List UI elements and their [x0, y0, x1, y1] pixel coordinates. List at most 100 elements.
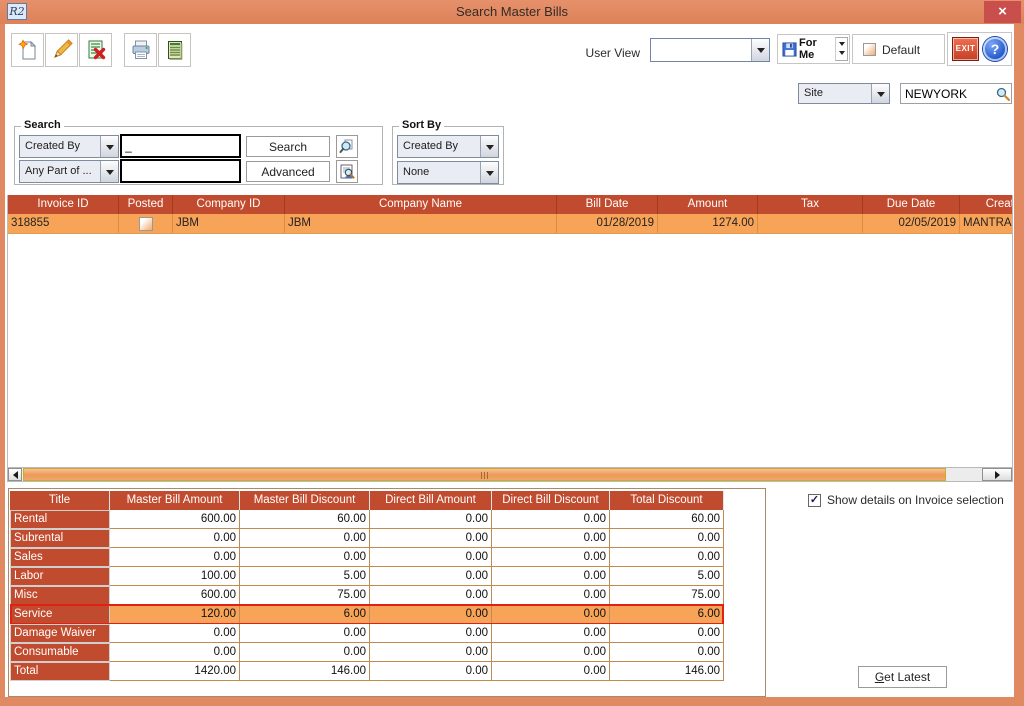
site-dropdown-button[interactable] [871, 84, 889, 103]
details-row-subrental[interactable]: Subrental 0.00 0.00 0.00 0.00 0.00 [10, 529, 724, 548]
cell: 0.00 [610, 624, 724, 643]
cell-posted [119, 214, 173, 233]
col-header[interactable]: Tax [758, 195, 863, 214]
details-row-rental[interactable]: Rental 600.00 60.00 0.00 0.00 60.00 [10, 510, 724, 529]
exit-button[interactable]: EXIT [952, 37, 979, 61]
advanced-find-button[interactable] [336, 160, 358, 183]
cell: 0.00 [610, 548, 724, 567]
details-row-service-selected[interactable]: Service 120.00 6.00 0.00 0.00 6.00 [10, 605, 724, 624]
details-row-misc[interactable]: Misc 600.00 75.00 0.00 0.00 75.00 [10, 586, 724, 605]
col-header[interactable]: Bill Date [557, 195, 658, 214]
titlebar: Search Master Bills R2 × [0, 0, 1024, 24]
invoice-grid-header: Invoice ID Posted Company ID Company Nam… [8, 195, 1013, 214]
user-view-dropdown-button[interactable] [751, 39, 769, 61]
details-row-sales[interactable]: Sales 0.00 0.00 0.00 0.00 0.00 [10, 548, 724, 567]
col-header[interactable]: Amount [658, 195, 758, 214]
scroll-right-button[interactable] [982, 468, 1012, 481]
search-text-input-2[interactable] [120, 159, 241, 183]
sort-primary-value: Created By [398, 136, 480, 157]
cell: 0.00 [492, 567, 610, 586]
cell: 0.00 [370, 529, 492, 548]
for-me-button[interactable]: For Me [780, 37, 835, 61]
invoice-row-selected[interactable]: 318855 JBM JBM 01/28/2019 1274.00 02/05/… [8, 214, 1013, 234]
delete-button[interactable] [79, 33, 112, 67]
details-row-damage-waiver[interactable]: Damage Waiver 0.00 0.00 0.00 0.00 0.00 [10, 624, 724, 643]
posted-checkbox[interactable] [139, 217, 153, 231]
site-selector[interactable]: Site [798, 83, 890, 104]
dropdown-button[interactable] [480, 136, 498, 157]
cell: 146.00 [610, 662, 724, 681]
cell: 6.00 [610, 605, 724, 624]
details-row-labor[interactable]: Labor 100.00 5.00 0.00 0.00 5.00 [10, 567, 724, 586]
edit-pencil-icon [50, 38, 74, 62]
col-header[interactable]: Due Date [863, 195, 960, 214]
default-checkbox[interactable] [863, 43, 876, 56]
row-title: Damage Waiver [10, 624, 110, 643]
col-header[interactable]: Company Name [285, 195, 557, 214]
cell: 0.00 [110, 624, 240, 643]
save-floppy-icon [782, 42, 797, 57]
dropdown-button[interactable] [480, 162, 498, 183]
details-row-total[interactable]: Total 1420.00 146.00 0.00 0.00 146.00 [10, 662, 724, 681]
exit-help-group: EXIT ? [947, 32, 1012, 66]
sort-secondary-selector[interactable]: None [397, 161, 499, 184]
dropdown-button[interactable] [100, 161, 118, 182]
export-grid-icon [163, 38, 187, 62]
default-group: Default [852, 34, 945, 64]
cell: 0.00 [370, 624, 492, 643]
arrow-left-icon [13, 471, 18, 479]
close-icon: × [998, 3, 1007, 20]
col-header[interactable]: Created By [960, 195, 1013, 214]
new-button[interactable] [11, 33, 44, 67]
dropdown-button[interactable] [100, 136, 118, 157]
cell-bill-date: 01/28/2019 [557, 214, 658, 233]
cell: 0.00 [370, 548, 492, 567]
advanced-button[interactable]: Advanced [246, 161, 330, 182]
col-header[interactable]: Posted [119, 195, 173, 214]
close-button[interactable]: × [984, 1, 1021, 23]
window-border-right [1014, 24, 1024, 706]
cell: 1420.00 [110, 662, 240, 681]
cell: 146.00 [240, 662, 370, 681]
site-magnifier-icon[interactable] [995, 86, 1011, 102]
search-field-selector[interactable]: Created By [19, 135, 119, 158]
search-match-selector[interactable]: Any Part of ... [19, 160, 119, 183]
sort-primary-selector[interactable]: Created By [397, 135, 499, 158]
help-button[interactable]: ? [983, 37, 1007, 61]
show-details-label: Show details on Invoice selection [827, 493, 1004, 507]
cell: 120.00 [110, 605, 240, 624]
cell-company-id: JBM [173, 214, 285, 233]
col-header: Total Discount [610, 491, 724, 510]
cell-amount: 1274.00 [658, 214, 758, 233]
cell: 75.00 [610, 586, 724, 605]
cell: 600.00 [110, 510, 240, 529]
scroll-left-button[interactable] [8, 468, 22, 481]
print-icon [129, 38, 153, 62]
col-header[interactable]: Company ID [173, 195, 285, 214]
for-me-spinner[interactable] [835, 37, 848, 61]
export-grid-button[interactable] [158, 33, 191, 67]
get-latest-button[interactable]: Get Latest [858, 666, 947, 688]
col-header[interactable]: Invoice ID [8, 195, 119, 214]
col-header: Direct Bill Amount [370, 491, 492, 510]
user-view-combobox[interactable] [650, 38, 770, 62]
for-me-label: For Me [799, 37, 835, 61]
arrow-right-icon [995, 471, 1000, 479]
cell: 0.00 [370, 643, 492, 662]
details-row-consumable[interactable]: Consumable 0.00 0.00 0.00 0.00 0.00 [10, 643, 724, 662]
row-title: Total [10, 662, 110, 681]
show-details-checkbox[interactable] [808, 494, 821, 507]
window-border-bottom [0, 697, 1024, 706]
chevron-down-icon [106, 170, 114, 175]
search-text-input[interactable] [120, 134, 241, 158]
magnifier-icon [339, 139, 355, 155]
quick-search-button[interactable] [336, 135, 358, 158]
scrollbar-thumb[interactable] [23, 468, 946, 481]
search-button[interactable]: Search [246, 136, 330, 157]
window-border-left [0, 24, 5, 706]
edit-button[interactable] [45, 33, 78, 67]
print-button[interactable] [124, 33, 157, 67]
cell: 0.00 [610, 529, 724, 548]
cell: 0.00 [370, 605, 492, 624]
site-search-input[interactable] [901, 84, 993, 103]
